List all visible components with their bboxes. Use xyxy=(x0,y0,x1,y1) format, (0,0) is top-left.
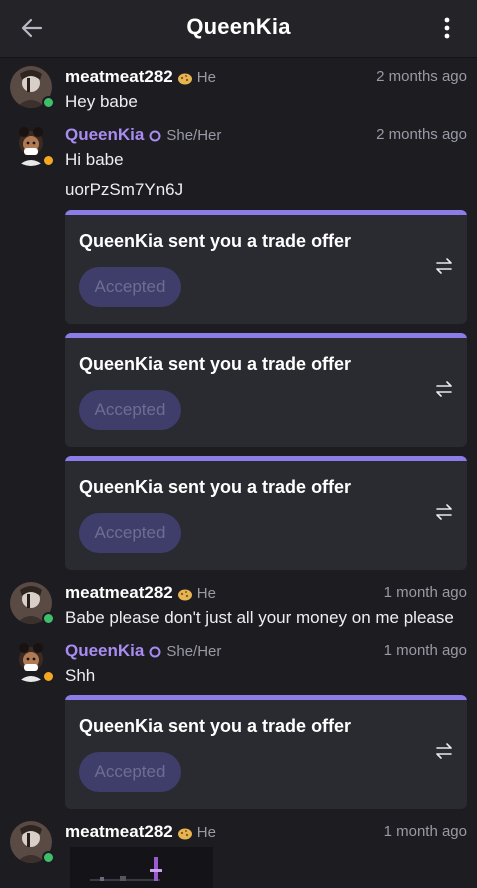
trade-offer-title: QueenKia sent you a trade offer xyxy=(79,716,352,736)
pronoun: He xyxy=(196,824,216,842)
message-text: Shh xyxy=(65,666,96,685)
swap-arrows-icon xyxy=(436,743,452,759)
pronoun: He xyxy=(196,69,216,87)
page-title: QueenKia xyxy=(186,14,291,39)
swap-arrows-icon xyxy=(436,381,452,397)
image-attachment[interactable] xyxy=(70,847,213,888)
accepted-button[interactable]: Accepted xyxy=(79,267,181,307)
username[interactable]: meatmeat282 He xyxy=(65,822,216,842)
card-accent xyxy=(65,210,467,215)
timestamp: 1 month ago xyxy=(383,823,467,840)
accepted-button[interactable]: Accepted xyxy=(79,513,181,553)
more-options-button[interactable] xyxy=(431,12,463,44)
ring-badge-icon xyxy=(149,130,161,142)
trade-offer-title: QueenKia sent you a trade offer xyxy=(79,477,352,497)
timestamp: 2 months ago xyxy=(376,68,467,85)
swap-arrows-icon xyxy=(436,258,452,274)
away-status-dot xyxy=(42,154,55,167)
avatar[interactable] xyxy=(10,582,55,625)
accepted-button[interactable]: Accepted xyxy=(79,390,181,430)
username[interactable]: meatmeat282 He xyxy=(65,583,216,603)
accepted-button[interactable]: Accepted xyxy=(79,752,181,792)
message-text: Babe please don't just all your money on… xyxy=(65,608,454,627)
pronoun: He xyxy=(196,585,216,603)
ring-badge-icon xyxy=(149,646,161,658)
trade-offer-card[interactable]: QueenKia sent you a trade offer Accepted xyxy=(65,456,467,570)
username[interactable]: QueenKia She/Her xyxy=(65,641,221,661)
timestamp: 2 months ago xyxy=(376,126,467,143)
avatar[interactable] xyxy=(10,640,55,683)
trade-offer-card[interactable]: QueenKia sent you a trade offer Accepted xyxy=(65,695,467,809)
trade-offer-card[interactable]: QueenKia sent you a trade offer Accepted xyxy=(65,333,467,447)
message-text: Hi babe xyxy=(65,150,124,169)
trade-offer-title: QueenKia sent you a trade offer xyxy=(79,354,352,374)
avatar[interactable] xyxy=(10,66,55,109)
cookie-badge-icon xyxy=(177,73,192,85)
avatar[interactable] xyxy=(10,124,55,167)
online-status-dot xyxy=(42,851,55,864)
away-status-dot xyxy=(42,670,55,683)
pronoun: She/Her xyxy=(166,643,222,661)
trade-offer-title: QueenKia sent you a trade offer xyxy=(79,231,352,251)
cookie-badge-icon xyxy=(177,828,192,840)
timestamp: 1 month ago xyxy=(383,584,467,601)
cookie-badge-icon xyxy=(177,589,192,601)
card-accent xyxy=(65,456,467,461)
swap-arrows-icon xyxy=(436,504,452,520)
card-accent xyxy=(65,695,467,700)
online-status-dot xyxy=(42,96,55,109)
timestamp: 1 month ago xyxy=(383,642,467,659)
message-text: Hey babe xyxy=(65,92,138,111)
pronoun: She/Her xyxy=(166,127,222,145)
avatar[interactable] xyxy=(10,821,55,864)
card-accent xyxy=(65,333,467,338)
trade-offer-card[interactable]: QueenKia sent you a trade offer Accepted xyxy=(65,210,467,324)
username[interactable]: meatmeat282 He xyxy=(65,67,216,87)
more-vertical-icon xyxy=(444,17,450,39)
username[interactable]: QueenKia She/Her xyxy=(65,125,221,145)
top-bar: QueenKia xyxy=(0,0,477,58)
online-status-dot xyxy=(42,612,55,625)
message-text: uorPzSm7Yn6J xyxy=(65,180,184,199)
